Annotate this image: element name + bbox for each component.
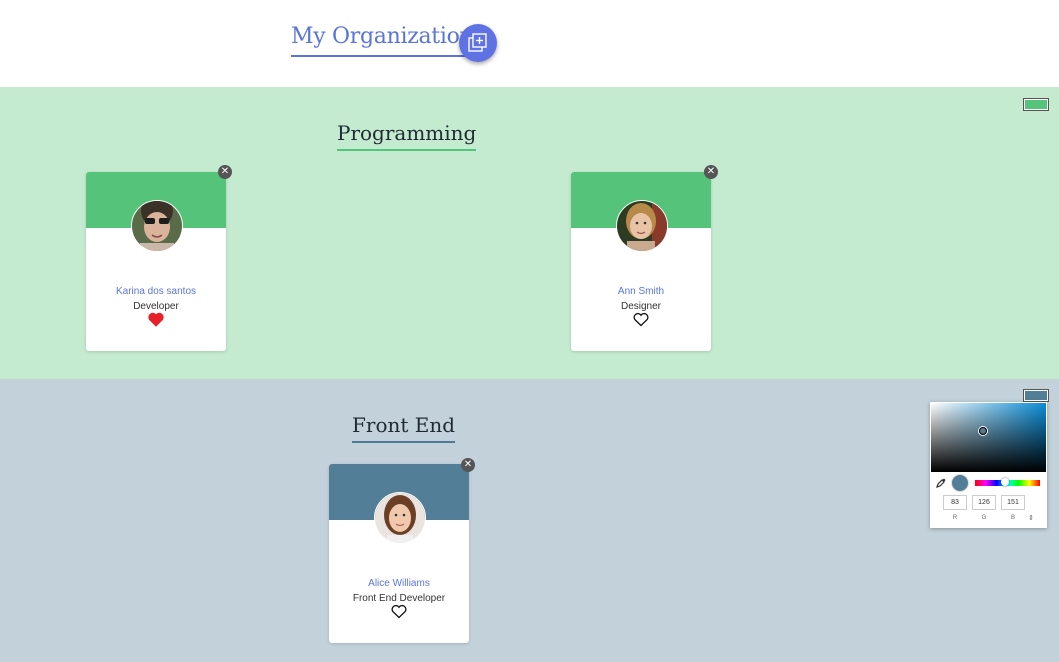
eyedropper-icon[interactable] <box>936 478 946 488</box>
member-name: Karina dos santos <box>115 286 197 297</box>
hue-slider-thumb[interactable] <box>1001 478 1009 486</box>
member-name: Ann Smith <box>617 286 665 297</box>
add-section-button[interactable] <box>459 24 497 62</box>
photo-of-ann <box>617 201 667 251</box>
section-front-end: Front End Alice Williams Front End Devel… <box>0 379 1059 662</box>
member-card: Karina dos santos Developer <box>86 172 226 351</box>
app-header: My Organization <box>0 0 1059 87</box>
color-picker: 83 126 151 R G B ⇕ <box>930 402 1047 528</box>
member-role: Developer <box>133 301 179 312</box>
add-layer-icon <box>468 33 487 52</box>
saturation-area[interactable] <box>931 403 1046 472</box>
member-card: Ann Smith Designer <box>571 172 711 351</box>
blue-label: B <box>1010 515 1015 521</box>
member-role: Front End Developer <box>352 593 446 604</box>
remove-member-button[interactable]: ✕ <box>461 458 475 472</box>
green-input[interactable]: 126 <box>972 495 996 510</box>
photo-of-alice <box>375 493 425 543</box>
section-color-button[interactable] <box>1023 98 1049 111</box>
close-icon: ✕ <box>706 166 716 177</box>
remove-member-button[interactable]: ✕ <box>218 165 232 179</box>
remove-member-button[interactable]: ✕ <box>704 165 718 179</box>
heart-icon[interactable] <box>391 604 407 619</box>
member-role: Designer <box>620 301 662 312</box>
close-icon: ✕ <box>220 166 230 177</box>
red-label: R <box>952 515 958 521</box>
avatar <box>616 200 668 252</box>
close-icon: ✕ <box>463 459 473 470</box>
heart-icon[interactable] <box>148 312 164 327</box>
organization-title: My Organization <box>291 24 474 57</box>
section-programming: Programming Karina dos santos Developer … <box>0 87 1059 379</box>
current-color-preview <box>951 474 969 492</box>
hue-slider[interactable] <box>975 478 1040 486</box>
member-card: Alice Williams Front End Developer <box>329 464 469 643</box>
section-color-button[interactable] <box>1023 389 1049 402</box>
blue-input[interactable]: 151 <box>1001 495 1025 510</box>
section-title: Front End <box>352 413 456 443</box>
green-label: G <box>981 515 987 521</box>
avatar <box>131 200 183 252</box>
avatar <box>374 492 426 544</box>
color-swatch <box>1025 100 1047 109</box>
red-input[interactable]: 83 <box>943 495 967 510</box>
member-name: Alice Williams <box>368 578 430 589</box>
photo-of-karina <box>132 201 182 251</box>
heart-icon[interactable] <box>633 312 649 327</box>
saturation-handle[interactable] <box>979 427 987 435</box>
up-down-arrows-icon[interactable]: ⇕ <box>1028 514 1034 522</box>
section-title: Programming <box>337 121 477 151</box>
color-swatch <box>1025 391 1047 400</box>
